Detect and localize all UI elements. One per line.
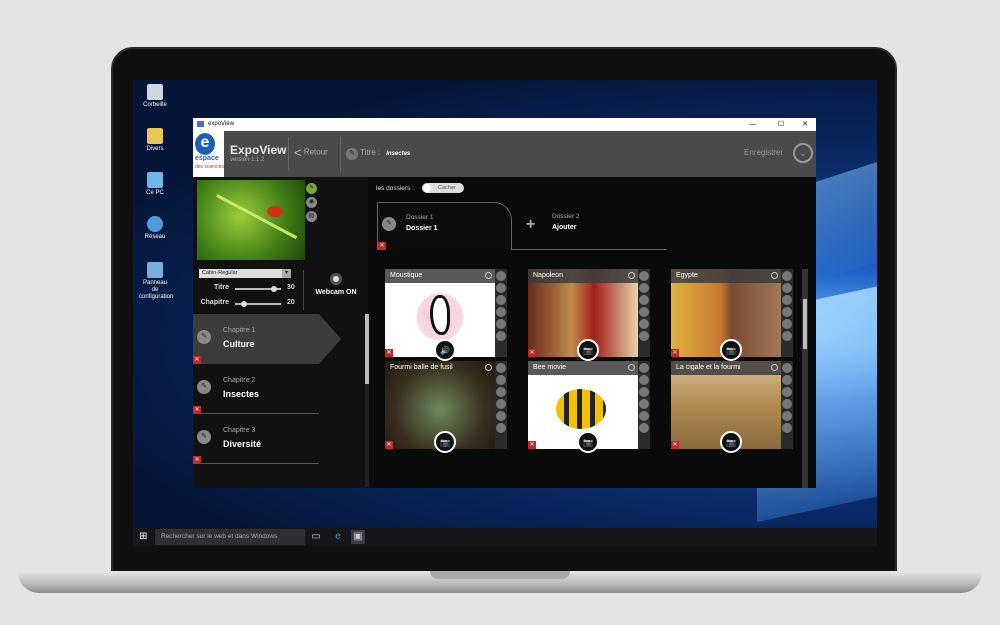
expoview-taskbar-icon[interactable]: ▣ (351, 530, 365, 544)
divider (340, 137, 341, 171)
webcam-icon (330, 273, 342, 285)
webcam-capture-icon[interactable]: ◉ (306, 197, 317, 208)
hide-folders-toggle[interactable]: Cacher (422, 183, 464, 193)
delete-icon[interactable]: ✕ (671, 441, 679, 449)
chapter-item-3[interactable]: ✎ Chapitre 3 Diversité ✕ (193, 414, 319, 464)
folder-icon (147, 128, 163, 144)
edit-image-icon[interactable]: ✎ (306, 183, 317, 194)
recycle-bin-icon (147, 84, 163, 100)
delete-icon[interactable]: ✕ (385, 441, 393, 449)
control-panel-icon (147, 262, 163, 278)
ladybug-image (267, 206, 283, 217)
desktop-icon-control-panel[interactable]: Panneau de configuration (139, 262, 173, 301)
folders-panel: les dossiers : Cacher ✎ Dossier 1 Dossie… (369, 177, 816, 488)
chapter-item-2[interactable]: ✎ Chapitre 2 Insectes ✕ (193, 364, 319, 414)
desktop-screen: Corbeille Divers Ce PC Réseau Panneau de… (133, 80, 877, 546)
chapter-item-1[interactable]: ✎ Chapitre 1 Culture ✕ (193, 314, 341, 364)
chapter-thumbnail[interactable] (197, 180, 305, 260)
window-titlebar: expoView — ☐ ✕ (193, 118, 816, 131)
task-view-icon[interactable]: ▭ (309, 530, 323, 544)
expoview-window: expoView — ☐ ✕ e espace des sciences Exp… (193, 118, 816, 488)
folder-tabs: ✎ Dossier 1 Dossier 1 ✕ + Dossier 2 Ajou… (377, 202, 667, 250)
active-arrow (319, 314, 341, 364)
media-tile-napoleon[interactable]: Napoleon ✕ 📷 (528, 269, 650, 361)
save-chevron-icon[interactable]: ⌄ (793, 143, 813, 163)
tab-folder-1[interactable]: ✎ Dossier 1 Dossier 1 ✕ (377, 202, 512, 250)
minimize-button[interactable]: — (744, 118, 762, 131)
laptop-notch (430, 571, 570, 579)
media-tile-cigale[interactable]: La cigale et la fourmi ✕ 📷 (671, 361, 793, 453)
ear-image (415, 287, 465, 347)
desktop-icon-this-pc[interactable]: Ce PC (139, 172, 171, 197)
plus-icon: + (526, 216, 536, 233)
camera-icon[interactable]: 📷 (577, 431, 599, 453)
app-icon (197, 121, 204, 127)
scene: Corbeille Divers Ce PC Réseau Panneau de… (0, 0, 1000, 625)
pencil-icon[interactable]: ✎ (382, 217, 396, 231)
camera-icon[interactable]: 📷 (720, 339, 742, 361)
media-scrollbar[interactable] (802, 269, 808, 488)
taskbar-search[interactable]: Rechercher sur le web et dans Windows (155, 529, 305, 545)
title-value: Insectes (386, 151, 411, 157)
close-button[interactable]: ✕ (796, 118, 814, 131)
windows-start-icon[interactable]: ⊞ (139, 531, 149, 542)
desktop-icon-folder[interactable]: Divers (139, 128, 171, 153)
media-tile-egypte[interactable]: Egypte ✕ 📷 (671, 269, 793, 361)
media-grid: ✕ ▭ ✕ 🔊 ✕ 🔊 (385, 269, 809, 488)
folders-label: les dossiers : (376, 185, 414, 192)
pencil-icon[interactable]: ✎ (197, 430, 211, 444)
save-label[interactable]: Enregistrer (744, 148, 783, 157)
pencil-icon: ✎ (346, 148, 358, 160)
back-label: Retour (303, 147, 328, 157)
title-field[interactable]: ✎ Titre : Insectes (346, 148, 410, 160)
app-version: version 1.1.2 (230, 157, 265, 163)
desktop-icon-network[interactable]: Réseau (139, 216, 171, 241)
delete-icon[interactable]: ✕ (378, 242, 386, 250)
media-tile-moustique[interactable]: Moustique ✕ 🔊 (385, 269, 507, 361)
media-tile-fourmi[interactable]: Fourmi balle de fusil ✕ 📷 (385, 361, 507, 453)
network-icon (147, 216, 163, 232)
espace-des-sciences-logo: e espace des sciences (193, 131, 224, 177)
delete-icon[interactable]: ✕ (671, 349, 679, 357)
app-toolbar: e espace des sciences ExpoView version 1… (193, 131, 816, 177)
edge-icon[interactable]: e (331, 530, 345, 544)
back-button[interactable]: < Retour (294, 145, 328, 160)
desktop-icon-recycle-bin[interactable]: Corbeille (139, 84, 171, 109)
speaker-icon[interactable]: 🔊 (434, 339, 456, 361)
delete-icon[interactable]: ✕ (385, 349, 393, 357)
slider-knob[interactable] (271, 286, 277, 292)
divider (288, 137, 289, 171)
pencil-icon[interactable]: ✎ (197, 380, 211, 394)
taskbar: ⊞ Rechercher sur le web et dans Windows … (133, 528, 877, 546)
maximize-button[interactable]: ☐ (772, 118, 790, 131)
divider (303, 270, 304, 310)
camera-icon[interactable]: 📷 (577, 339, 599, 361)
computer-icon (147, 172, 163, 188)
webcam-toggle[interactable]: Webcam ON (311, 273, 361, 296)
media-tile-bee-movie[interactable]: Bee movie ✕ 📷 (528, 361, 650, 453)
grass-stem (216, 194, 298, 240)
title-label: Titre : (360, 148, 381, 157)
font-select[interactable]: Cabin-Regular ▾ (199, 269, 291, 278)
tab-add-folder[interactable]: + Dossier 2 Ajouter (512, 202, 667, 250)
left-panel: ✎ ◉ ▤ Cabin-Regular ▾ Titre 30 Chapitre 2… (193, 177, 369, 488)
delete-icon[interactable]: ✕ (193, 356, 201, 364)
delete-icon[interactable]: ✕ (528, 349, 536, 357)
pencil-icon[interactable]: ✎ (197, 330, 211, 344)
app-name: ExpoView (230, 143, 287, 157)
thumbnail-tools: ✎ ◉ ▤ (306, 183, 318, 225)
window-title: expoView (208, 121, 234, 127)
folder-open-icon[interactable]: ▤ (306, 211, 317, 222)
chevron-left-icon: < (294, 145, 302, 160)
chevron-down-icon: ▾ (282, 269, 291, 278)
camera-icon[interactable]: 📷 (720, 431, 742, 453)
delete-icon[interactable]: ✕ (528, 441, 536, 449)
slider-knob[interactable] (241, 301, 247, 307)
camera-icon[interactable]: 📷 (434, 431, 456, 453)
